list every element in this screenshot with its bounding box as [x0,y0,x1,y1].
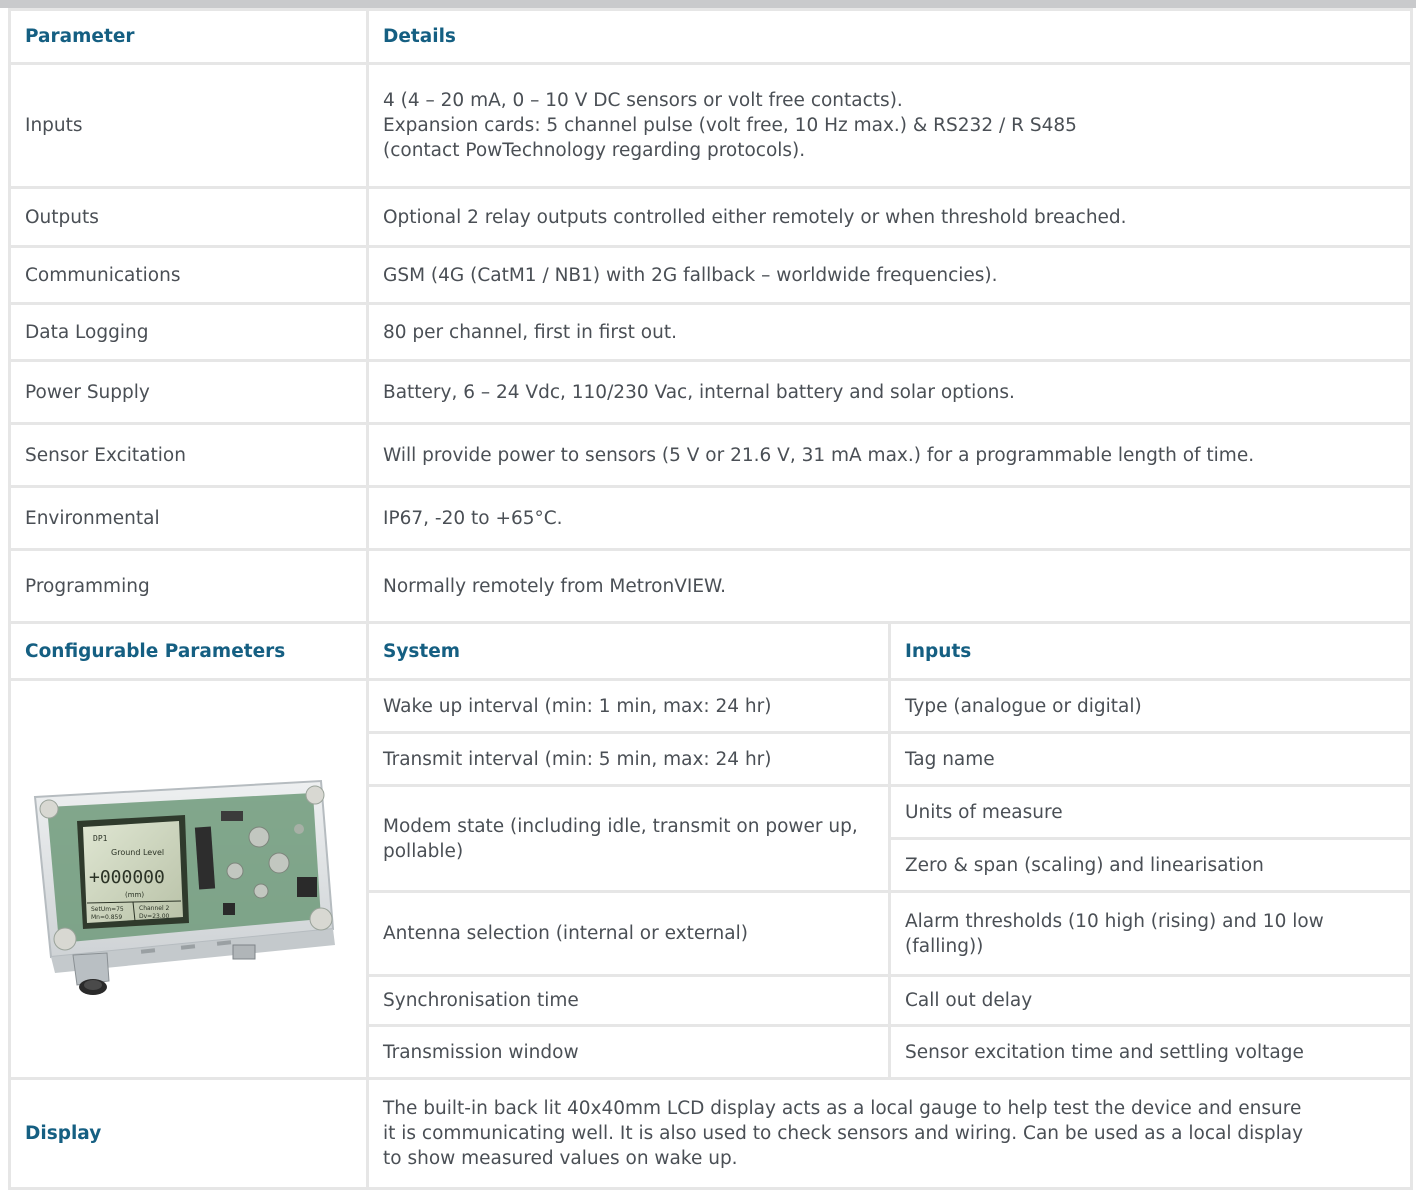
input-item: Type (analogue or digital) [888,678,1413,734]
param-label: Inputs [8,62,369,189]
display-line: it is communicating well. It is also use… [383,1123,1304,1144]
spec-table: Parameter Details Inputs 4 (4 – 20 mA, 0… [8,8,1413,1190]
param-details: Optional 2 relay outputs controlled eith… [366,186,1413,248]
display-row: Display The built-in back lit 40x40mm LC… [8,1077,1413,1190]
param-label: Sensor Excitation [8,422,369,488]
param-details: 4 (4 – 20 mA, 0 – 10 V DC sensors or vol… [366,62,1413,189]
spec-sheet: Parameter Details Inputs 4 (4 – 20 mA, 0… [8,8,1413,1190]
lcd-cell-2: Channel 2 [139,905,170,912]
input-item: Tag name [888,731,1413,787]
spec-row-communications: Communications GSM (4G (CatM1 / NB1) wit… [8,245,1413,305]
param-label: Outputs [8,186,369,248]
details-heading: Details [366,8,1413,65]
system-item: Transmission window [366,1024,891,1080]
input-item: Units of measure [888,784,1413,840]
spec-header-row: Parameter Details [8,8,1413,65]
param-label: Environmental [8,485,369,551]
param-details: IP67, -20 to +65°C. [366,485,1413,551]
inputs-heading: Inputs [888,621,1413,681]
system-item: Transmit interval (min: 5 min, max: 24 h… [366,731,891,787]
details-line: Expansion cards: 5 channel pulse (volt f… [383,115,1077,136]
param-label: Programming [8,548,369,624]
spec-row-outputs: Outputs Optional 2 relay outputs control… [8,186,1413,248]
spec-row-inputs: Inputs 4 (4 – 20 mA, 0 – 10 V DC sensors… [8,62,1413,189]
details-line: 4 (4 – 20 mA, 0 – 10 V DC sensors or vol… [383,90,903,111]
device-photo: DP1 Ground Level +000000 (mm) SetUm=75 C… [33,779,335,995]
spec-row-programming: Programming Normally remotely from Metro… [8,548,1413,624]
configurable-parameters-heading: Configurable Parameters [8,621,369,681]
config-row: DP1 Ground Level +000000 (mm) SetUm=75 C… [8,678,1413,1080]
lcd-line-label: Ground Level [111,848,164,857]
param-details: Battery, 6 – 24 Vdc, 110/230 Vac, intern… [366,359,1413,425]
details-line: (contact PowTechnology regarding protoco… [383,140,806,161]
input-item: Sensor excitation time and settling volt… [888,1024,1413,1080]
display-line: The built-in back lit 40x40mm LCD displa… [383,1098,1302,1119]
lcd-cell-4: Dv=23.00 [139,913,170,920]
display-description: The built-in back lit 40x40mm LCD displa… [366,1077,1413,1190]
input-item: Alarm thresholds (10 high (rising) and 1… [888,890,1413,977]
param-label: Data Logging [8,302,369,362]
param-details: 80 per channel, first in first out. [366,302,1413,362]
param-details: Will provide power to sensors (5 V or 21… [366,422,1413,488]
param-details: GSM (4G (CatM1 / NB1) with 2G fallback –… [366,245,1413,305]
display-line: to show measured values on wake up. [383,1148,738,1169]
lcd-line-value: +000000 [89,867,165,888]
config-header-row: Configurable Parameters System Inputs [8,621,1413,681]
lcd-cell-1: SetUm=75 [91,906,124,913]
system-item: Antenna selection (internal or external) [366,890,891,977]
spec-row-sensor-excitation: Sensor Excitation Will provide power to … [8,422,1413,488]
lcd-line-unit: (mm) [125,891,144,899]
system-heading: System [366,621,891,681]
lcd-cell-3: Mn=0.859 [91,914,122,921]
param-label: Power Supply [8,359,369,425]
display-heading: Display [8,1077,369,1190]
input-item: Zero & span (scaling) and linearisation [888,837,1413,893]
device-photo-cell: DP1 Ground Level +000000 (mm) SetUm=75 C… [8,678,369,1080]
param-label: Communications [8,245,369,305]
parameter-heading: Parameter [8,8,369,65]
spec-row-data-logging: Data Logging 80 per channel, first in fi… [8,302,1413,362]
lcd-line-top: DP1 [93,834,108,843]
top-rule [0,0,1416,8]
system-item: Synchronisation time [366,974,891,1027]
spec-row-environmental: Environmental IP67, -20 to +65°C. [8,485,1413,551]
input-item: Call out delay [888,974,1413,1027]
system-item: Modem state (including idle, transmit on… [366,784,891,893]
system-item: Wake up interval (min: 1 min, max: 24 hr… [366,678,891,734]
spec-row-power-supply: Power Supply Battery, 6 – 24 Vdc, 110/23… [8,359,1413,425]
param-details: Normally remotely from MetronVIEW. [366,548,1413,624]
